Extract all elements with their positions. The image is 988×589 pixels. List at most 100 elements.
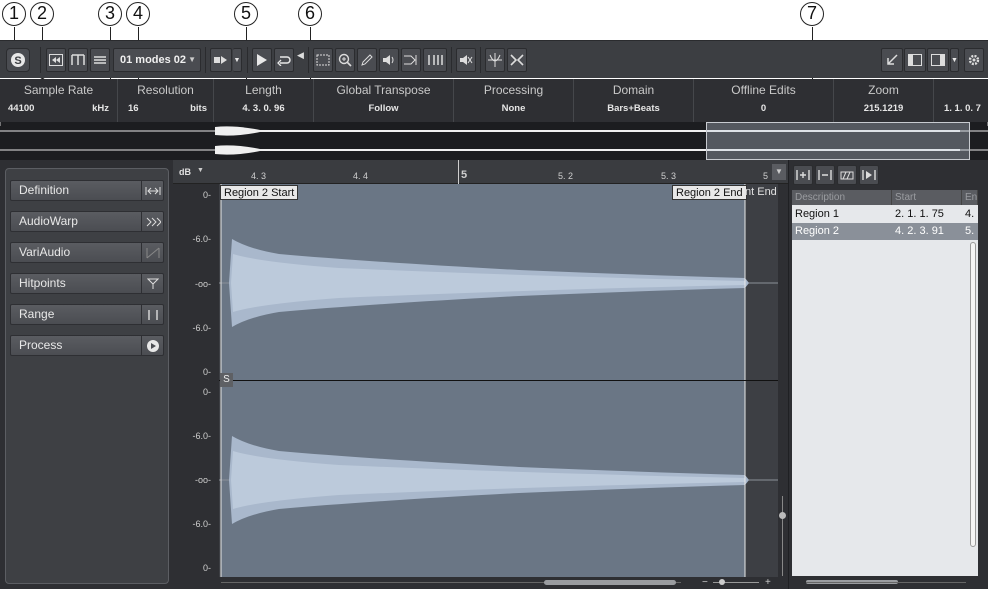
- hzoom-handle[interactable]: [719, 579, 725, 585]
- horizontal-scrollbar[interactable]: − +: [219, 577, 788, 589]
- db-label: 0-: [202, 387, 211, 397]
- ruler-menu-button[interactable]: ▼: [772, 164, 786, 180]
- auto-scroll-button[interactable]: [210, 48, 232, 72]
- play-icon: [257, 54, 267, 66]
- preset-select[interactable]: 01 modes 02 ▼: [113, 48, 201, 72]
- snap-icon: [510, 54, 524, 66]
- play-region-button[interactable]: [859, 165, 879, 185]
- acoustic-feedback-button[interactable]: [456, 48, 476, 72]
- loop-button[interactable]: [274, 48, 294, 72]
- tab-range[interactable]: Range: [10, 304, 164, 325]
- ruler-major-tick: [458, 160, 459, 184]
- table-row[interactable]: Region 2 4. 2. 3. 91 5.: [792, 223, 978, 240]
- toolbar: S 01 modes 02 ▼ ▼ ◀ ▼: [0, 40, 988, 78]
- db-label: 0-: [202, 367, 211, 377]
- settings-button[interactable]: [964, 48, 984, 72]
- tab-process[interactable]: Process: [10, 335, 164, 356]
- event-end-marker[interactable]: nt End: [745, 186, 777, 198]
- show-layers-button[interactable]: [90, 48, 110, 72]
- select-region-button[interactable]: [837, 165, 857, 185]
- tab-variaudio[interactable]: VariAudio: [10, 242, 164, 263]
- add-region-button[interactable]: [793, 165, 813, 185]
- info-line: Sample Rate 44100 kHz Resolution 16 bits…: [0, 79, 988, 122]
- overview-icon: [71, 54, 85, 65]
- regions-scrollbar[interactable]: [970, 242, 976, 547]
- overview-selection-frame[interactable]: [706, 122, 970, 160]
- zoom-icon: [338, 53, 352, 67]
- info-unit: bits: [190, 103, 207, 114]
- tab-audiowarp[interactable]: AudioWarp: [10, 211, 164, 232]
- info-domain[interactable]: Domain Bars+Beats: [574, 79, 694, 122]
- window-layout-right-button[interactable]: [927, 48, 949, 72]
- region-description: Region 1: [795, 208, 840, 220]
- pencil-icon: [361, 54, 373, 66]
- info-global-transpose[interactable]: Global Transpose Follow: [314, 79, 454, 122]
- zoom-handle[interactable]: [779, 512, 786, 519]
- info-value: None: [501, 103, 526, 114]
- preset-value: 01 modes 02: [120, 54, 187, 66]
- range-icon: [141, 305, 163, 324]
- remove-region-icon: [818, 170, 832, 180]
- solo-button[interactable]: S: [6, 48, 30, 72]
- show-overview-button[interactable]: [68, 48, 88, 72]
- tab-hitpoints[interactable]: Hitpoints: [10, 273, 164, 294]
- snap-button[interactable]: [507, 48, 527, 72]
- vertical-zoom[interactable]: [778, 184, 788, 589]
- timewarp-tool[interactable]: [401, 48, 421, 72]
- db-label: -6.0-: [192, 234, 211, 244]
- window-layout-menu[interactable]: ▼: [950, 48, 959, 72]
- hitpoint-tool[interactable]: [423, 48, 447, 72]
- zoom-out-icon[interactable]: −: [702, 577, 708, 588]
- info-length[interactable]: Length 4. 3. 0. 96: [214, 79, 314, 122]
- table-row[interactable]: Region 1 2. 1. 1. 75 4.: [792, 206, 978, 223]
- tab-definition[interactable]: Definition: [10, 180, 164, 201]
- range-selection-tool[interactable]: [313, 48, 333, 72]
- tab-label: Range: [19, 307, 55, 321]
- auto-scroll-menu[interactable]: ▼: [233, 48, 242, 72]
- channel-divider: [219, 380, 778, 381]
- region-start-marker[interactable]: Region 2 Start: [220, 185, 299, 200]
- variaudio-icon: [141, 243, 163, 262]
- column-header-end[interactable]: End: [962, 190, 978, 205]
- zoom-in-icon[interactable]: +: [765, 577, 771, 588]
- region-end-marker[interactable]: Region 2 End: [672, 185, 747, 200]
- snap-zero-crossing-button[interactable]: [485, 48, 505, 72]
- play-tool[interactable]: [379, 48, 399, 72]
- draw-tool[interactable]: [357, 48, 377, 72]
- window-layout-inspector-button[interactable]: [904, 48, 926, 72]
- inspector-icon: [49, 54, 63, 66]
- hitpoints-icon: [141, 274, 163, 293]
- info-sample-rate[interactable]: Sample Rate 44100 kHz: [0, 79, 118, 122]
- column-header-description[interactable]: Description: [792, 190, 892, 205]
- info-value: 4. 3. 0. 96: [242, 103, 285, 114]
- info-position[interactable]: 1. 1. 0. 7: [934, 79, 988, 122]
- zoom-tool[interactable]: [335, 48, 355, 72]
- ruler[interactable]: dB ▼ 4. 3 4. 4 5 5. 2 5. 3 5 ▼: [173, 160, 788, 184]
- chevron-down-icon: ▼: [197, 167, 204, 174]
- info-processing[interactable]: Processing None: [454, 79, 574, 122]
- tab-label: Hitpoints: [19, 276, 66, 290]
- info-zoom[interactable]: Zoom 215.1219: [834, 79, 934, 122]
- chevron-down-icon: ▼: [233, 56, 241, 64]
- select-region-icon: [840, 171, 854, 180]
- callout-3: 3: [98, 2, 122, 26]
- show-inspector-button[interactable]: [46, 48, 66, 72]
- inspector: Definition AudioWarp VariAudio Hitpoints…: [0, 160, 173, 589]
- callout-7: 7: [800, 2, 824, 26]
- window-layout-left-button[interactable]: [881, 48, 903, 72]
- info-resolution[interactable]: Resolution 16 bits: [118, 79, 214, 122]
- info-offline-edits[interactable]: Offline Edits 0: [694, 79, 834, 122]
- start-marker-tag[interactable]: S: [220, 373, 233, 387]
- column-header-start[interactable]: Start: [892, 190, 962, 205]
- scroll-thumb[interactable]: [544, 580, 676, 585]
- left-zone-icon: [908, 54, 922, 66]
- gear-icon: [968, 54, 980, 66]
- db-scale: 0- -6.0- -oo- -6.0- 0- 0- -6.0- -oo- -6.…: [173, 184, 219, 589]
- speaker-mute-icon: [460, 55, 473, 65]
- layers-icon: [94, 56, 106, 64]
- tab-label: Definition: [19, 183, 70, 197]
- hitpoint-icon: [428, 55, 443, 65]
- range-selection-icon: [316, 54, 330, 66]
- remove-region-button[interactable]: [815, 165, 835, 185]
- play-button[interactable]: [252, 48, 272, 72]
